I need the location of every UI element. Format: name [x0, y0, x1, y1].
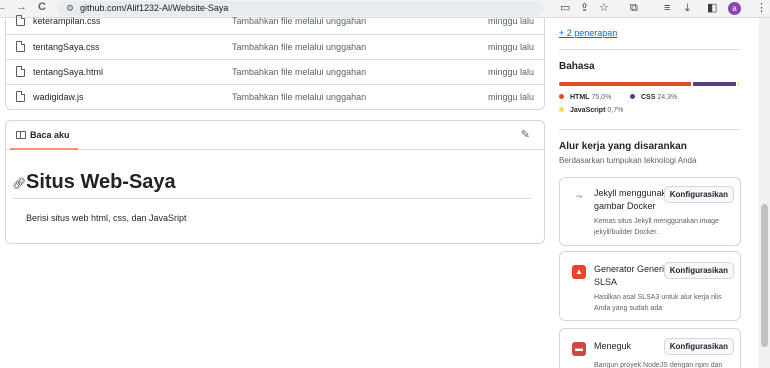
file-row[interactable]: keterampilan.css Tambahkan file melalui … — [6, 9, 544, 34]
language-item-css[interactable]: CSS 24,3% — [630, 94, 677, 101]
configure-button[interactable]: Konfigurasikan — [663, 262, 734, 279]
file-icon — [16, 41, 25, 52]
deployments-link[interactable]: + 2 penerapan — [559, 28, 617, 38]
readme-header: Baca aku ✎ — [6, 121, 544, 150]
reading-list-icon[interactable]: ≡ — [664, 2, 670, 15]
commit-message[interactable]: Tambahkan file melalui unggahan — [232, 67, 366, 77]
sidebar-divider — [559, 49, 741, 50]
commit-message[interactable]: Tambahkan file melalui unggahan — [232, 42, 366, 52]
commit-date: minggu lalu — [487, 42, 534, 52]
language-color-dot — [559, 94, 564, 99]
download-icon[interactable]: ⤓ — [685, 2, 690, 15]
file-icon — [16, 91, 25, 102]
file-name[interactable]: wadigidaw.js — [33, 92, 84, 102]
slsa-icon: ▲ — [572, 265, 586, 279]
book-icon — [16, 131, 26, 139]
gulp-icon: ▬ — [572, 342, 586, 356]
commit-message[interactable]: Tambahkan file melalui unggahan — [232, 16, 366, 26]
page-scrollbar[interactable] — [759, 18, 770, 368]
readme-tab[interactable]: Baca aku — [16, 130, 70, 140]
file-row[interactable]: wadigidaw.js Tambahkan file melalui ungg… — [6, 84, 544, 109]
file-list: keterampilan.css Tambahkan file melalui … — [5, 15, 545, 110]
language-bar-segment — [693, 82, 736, 86]
anchor-link-icon[interactable]: 🔗︎ — [12, 177, 26, 190]
language-bar-segment — [559, 82, 692, 86]
commit-date: minggu lalu — [487, 67, 534, 77]
file-row[interactable]: tentangSaya.html Tambahkan file melalui … — [6, 59, 544, 84]
configure-button[interactable]: Konfigurasikan — [663, 186, 734, 203]
workflows-subtitle: Berdasarkan tumpukan teknologi Anda — [559, 156, 697, 165]
file-name[interactable]: tentangSaya.css — [33, 42, 100, 52]
language-bar — [559, 82, 739, 86]
readme-body-text: Berisi situs web html, css, dan JavaSrip… — [26, 213, 187, 223]
languages-heading: Bahasa — [559, 61, 595, 72]
workflow-card: ⤳ Jekyll menggunakan gambar Docker Konfi… — [559, 177, 741, 246]
commit-date: minggu lalu — [487, 16, 534, 26]
jekyll-icon: ⤳ — [575, 192, 583, 201]
readme-title: Situs Web-Saya — [26, 171, 176, 193]
extensions-icon[interactable]: ⧉ — [630, 2, 638, 15]
readme-heading: 🔗︎ Situs Web-Saya — [12, 169, 532, 199]
cast-icon[interactable]: ▭ — [560, 2, 570, 15]
language-color-dot — [559, 107, 564, 112]
configure-button[interactable]: Konfigurasikan — [663, 338, 734, 355]
menu-icon[interactable]: ⋮ — [756, 2, 767, 15]
share-icon[interactable]: ⇪ — [580, 2, 589, 15]
workflow-description: Kemas situs Jekyll menggunakan image jek… — [594, 218, 719, 236]
side-panel-icon[interactable]: ◧ — [707, 2, 717, 15]
file-icon — [16, 15, 25, 26]
profile-avatar[interactable]: a — [728, 2, 741, 15]
language-bar-segment — [737, 82, 739, 86]
commit-message[interactable]: Tambahkan file melalui unggahan — [232, 92, 366, 102]
file-name[interactable]: tentangSaya.html — [33, 67, 103, 77]
language-item-html[interactable]: HTML 75,0% — [559, 94, 611, 101]
readme-tab-label: Baca aku — [30, 130, 70, 140]
active-tab-underline — [10, 148, 78, 150]
sidebar-divider — [559, 129, 741, 130]
language-item-javascript[interactable]: JavaScript 0,7% — [559, 107, 623, 114]
readme-panel: Baca aku ✎ 🔗︎ Situs Web-Saya Berisi situ… — [5, 120, 545, 244]
workflow-description: Bangun proyek NodeJS dengan npm dan — [594, 362, 723, 368]
file-row[interactable]: tentangSaya.css Tambahkan file melalui u… — [6, 34, 544, 59]
language-color-dot — [630, 94, 635, 99]
file-icon — [16, 66, 25, 77]
workflow-card: ▬ Meneguk Konfigurasikan Bangun proyek N… — [559, 328, 741, 368]
file-name[interactable]: keterampilan.css — [33, 16, 101, 26]
workflow-card: ▲ Generator Generik SLSA Konfigurasikan … — [559, 251, 741, 321]
commit-date: minggu lalu — [487, 92, 534, 102]
pencil-icon[interactable]: ✎ — [521, 128, 530, 141]
bookmark-star-icon[interactable]: ☆ — [599, 2, 609, 15]
scrollbar-thumb[interactable] — [761, 204, 768, 347]
repo-sidebar: + 2 penerapan Bahasa HTML 75,0% CSS 24,3% … — [559, 18, 743, 368]
workflow-description: Hasilkan asal SLSA3 untuk alur kerja ril… — [594, 294, 722, 312]
workflows-heading: Alur kerja yang disarankan — [559, 141, 687, 152]
